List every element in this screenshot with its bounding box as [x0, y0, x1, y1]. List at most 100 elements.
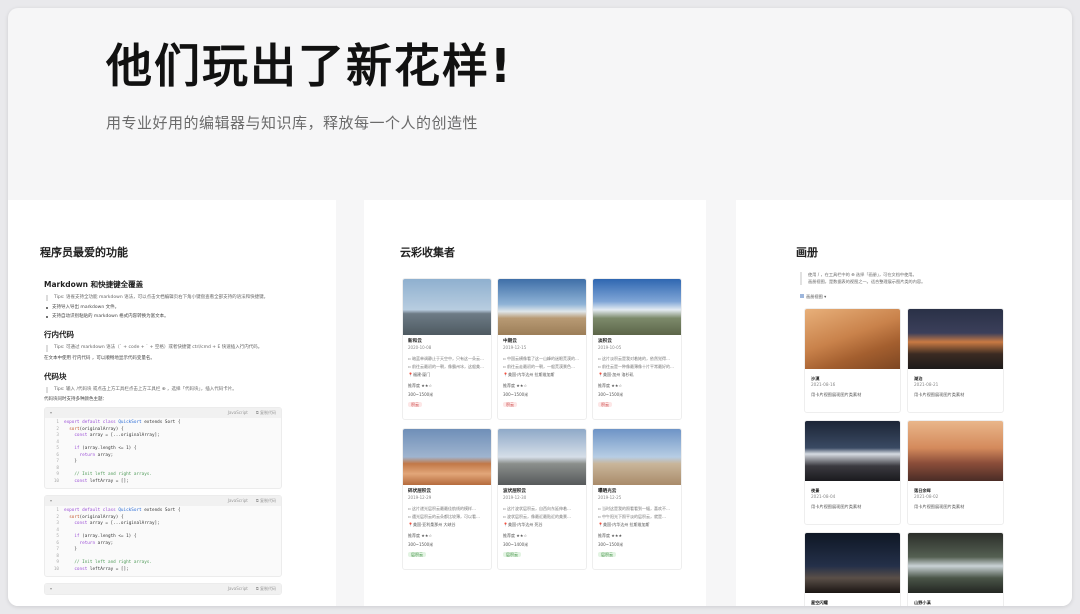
inline-code-section: 行内代码 Tips: 可通过 markdown 语法（` + code + ` … [42, 330, 288, 361]
list-item: 支持导入导出 markdown 文件。 [46, 305, 288, 311]
card-desc: ▫ 这片递光层积云最最佳航线的模样… [408, 505, 476, 511]
gallery-photo [805, 309, 900, 369]
card-desc: 用卡片视图展现图片类素材 [811, 503, 862, 509]
code-lines[interactable]: 1 export default class QuickSort extends … [45, 506, 281, 576]
card-tag: 层积云 [503, 551, 521, 557]
card-location: 📍福建·厦门 [408, 372, 431, 378]
gallery-card[interactable]: 落日余晖 2021-08-02 用卡片视图展现图片类素材 [907, 420, 1004, 525]
code-language[interactable]: JavaScript [228, 410, 248, 415]
card-title: 山野小溪 [914, 600, 931, 605]
hero-title: 他们玩出了新花样! [106, 39, 513, 93]
gallery-card[interactable]: 山野小溪 2021-08-09 [907, 532, 1004, 606]
app-frame: 他们玩出了新花样! 用专业好用的编辑器与知识库，释放每一个人的创造性 程序员最爱… [8, 8, 1072, 606]
card-tag: 积云 [598, 401, 612, 407]
card-date: 2019-12-15 [503, 345, 527, 351]
panel-title: 程序员最爱的功能 [40, 246, 128, 259]
card-tag: 积云 [503, 401, 517, 407]
card-rating: 推荐度 ★★★ [598, 532, 623, 538]
gallery-card[interactable]: 夜景 2021-08-04 用卡片视图展现图片类素材 [804, 420, 901, 525]
card-desc: ▫ 中午阳光下照平淡的层积云，就是… [598, 513, 666, 519]
code-language[interactable]: JavaScript [228, 586, 248, 591]
card-rating: 推荐度 ★★☆ [503, 382, 528, 388]
cloud-card[interactable]: 曝晒光云 2019-12-25 ▫ 当时这是我的照看看到一幅，喜欢不… ▫ 中午… [592, 428, 682, 570]
gallery-photo [805, 421, 900, 481]
code-block[interactable]: ▾ JavaScript ⧉ 复制代码 1 export default clas… [44, 406, 282, 489]
code-line: 10 const leftArray = []; [53, 478, 129, 484]
doc-content: Markdown 和快捷键全覆盖 Tips: 语雀支持全功能 markdown … [42, 280, 288, 605]
copy-code-button[interactable]: ⧉ 复制代码 [256, 498, 276, 503]
tip-quote: Tips: 可通过 markdown 语法（` + code + ` + 空格）… [46, 345, 288, 352]
gallery-photo [908, 421, 1003, 481]
collapse-icon[interactable]: ▾ [50, 586, 52, 591]
tip-quote: 使用 / ，在工具栏中的 ⊕ 选择「画册」，可在文档中使用。 画册视图，是数据表… [800, 272, 1030, 286]
card-altitude: 300~1500米 [598, 542, 624, 548]
paragraph: 代码块同时支持多种颜色主题： [44, 396, 107, 402]
card-date: 2019-12-25 [598, 495, 622, 501]
copy-code-button[interactable]: ⧉ 复制代码 [256, 586, 276, 591]
card-desc: ▫ 中国云横像看了这一山峰的迷眼荒漠的… [503, 355, 579, 361]
card-rating: 推荐度 ★★☆ [408, 382, 433, 388]
card-title: 星空闪耀 [811, 600, 828, 605]
code-language[interactable]: JavaScript [228, 498, 248, 503]
cloud-photo [403, 279, 491, 335]
code-block[interactable]: ▾ JavaScript ⧉ 复制代码 [44, 582, 282, 595]
paragraph: 在文本中使用 行内代码 ，可以顺畅地显示代码变量名。 [44, 355, 155, 361]
card-desc: 用卡片视图展现图片类素材 [811, 391, 862, 397]
card-desc: ▫ 前往云是一种像最薄像十片平常最好的… [598, 363, 674, 369]
cloud-card-grid: 新和云 2020-10-08 ▫ 暗蓝单调静止于天空中，只有这一朵云… ▫ 前往… [402, 278, 682, 570]
card-desc: ▫ 暗蓝单调静止于天空中，只有这一朵云… [408, 355, 484, 361]
cloud-card[interactable]: 碎状层积云 2019-12-29 ▫ 这片递光层积云最最佳航线的模样… ▫ 遇光… [402, 428, 492, 570]
cloud-card[interactable]: 波状层积云 2019-12-30 ▫ 这片波状层积云，自西向东延伸着… ▫ 波状… [497, 428, 587, 570]
cloud-photo [593, 429, 681, 485]
cloud-card[interactable]: 新和云 2020-10-08 ▫ 暗蓝单调静止于天空中，只有这一朵云… ▫ 前往… [402, 278, 492, 420]
code-line: 10 const leftArray = []; [53, 566, 129, 572]
section-heading: Markdown 和快捷键全覆盖 [44, 280, 144, 289]
card-date: 2021-08-21 [914, 382, 939, 388]
panel-title: 画册 [796, 246, 818, 259]
dev-features-panel: 程序员最爱的功能 Markdown 和快捷键全覆盖 Tips: 语雀支持全功能 … [8, 200, 336, 606]
card-altitude: 300~1500米 [598, 392, 624, 398]
cloud-photo [593, 279, 681, 335]
section-heading: 代码块 [44, 371, 67, 381]
collapse-icon[interactable]: ▾ [50, 410, 52, 415]
gallery-card[interactable]: 沙漠 2021-08-16 用卡片视图展现图片类素材 [804, 308, 901, 413]
code-block-section: 代码块 Tips: 输入 /代码块 或点击上方工具栏点击上方工具栏 ⊕ ，选择「… [42, 372, 288, 595]
panel-title: 云彩收集者 [400, 246, 455, 259]
cloud-card[interactable]: 淡积云 2019-10-05 ▫ 这片淡积云是我对着她的，依然觉得… ▫ 前往云… [592, 278, 682, 420]
code-block[interactable]: ▾ JavaScript ⧉ 复制代码 1 export default clas… [44, 494, 282, 577]
card-desc: ▫ 前往云走最初的一朝，一般荒漠景色… [503, 363, 575, 369]
card-location: 📍美国·加州 洛杉矶 [598, 372, 634, 378]
gallery-photo [908, 309, 1003, 369]
cloud-photo [498, 429, 586, 485]
card-desc: ▫ 这片波状层积云，自西向东延伸着… [503, 505, 571, 511]
card-date: 2021-08-16 [811, 382, 836, 388]
copy-code-button[interactable]: ⧉ 复制代码 [256, 410, 276, 415]
card-tag: 层积云 [598, 551, 616, 557]
card-date: 2019-10-05 [598, 345, 622, 351]
note-line: 使用 / ，在工具栏中的 ⊕ 选择「画册」，可在文档中使用。 [808, 272, 917, 277]
collapse-icon[interactable]: ▾ [50, 498, 52, 503]
card-altitude: 300~1500米 [408, 392, 434, 398]
card-desc: ▫ 遇光层积云的云朵都比较薄，可以看… [408, 513, 480, 519]
card-desc: ▫ 当时这是我的照看看到一幅，喜欢不… [598, 505, 670, 511]
card-date: 2020-10-08 [408, 345, 432, 351]
card-rating: 推荐度 ★★☆ [408, 532, 433, 538]
list-item: 支持自动识别粘贴的 markdown 格式内容转换为富文本。 [46, 314, 288, 320]
cloud-card[interactable]: 中期云 2019-12-15 ▫ 中国云横像看了这一山峰的迷眼荒漠的… ▫ 前往… [497, 278, 587, 420]
gallery-card[interactable]: 湖泊 2021-08-21 用卡片视图展现图片类素材 [907, 308, 1004, 413]
gallery-card[interactable]: 星空闪耀 2021-08-04 [804, 532, 901, 606]
view-selector[interactable]: 画册视图 ▾ [800, 294, 826, 300]
code-block-header: ▾ JavaScript ⧉ 复制代码 [45, 583, 281, 594]
card-location: 📍美国·内华达州 拉斯维加斯 [503, 372, 555, 378]
gallery-photo [805, 533, 900, 593]
code-lines[interactable]: 1 export default class QuickSort extends … [45, 418, 281, 488]
card-desc: ▫ 这片淡积云是我对着她的，依然觉得… [598, 355, 670, 361]
card-date: 2021-08-04 [811, 494, 836, 500]
note-line: 画册视图，是数据表的视图之一。适合整理展示图片类的内容。 [808, 278, 926, 284]
card-altitude: 300~1500米 [503, 392, 529, 398]
card-desc: 用卡片视图展现图片类素材 [914, 391, 965, 397]
card-rating: 推荐度 ★★☆ [503, 532, 528, 538]
tip-quote: Tips: 语雀支持全功能 markdown 语法，可以点击文档编辑页右下角小键… [46, 295, 288, 302]
card-date: 2019-12-30 [503, 495, 527, 501]
card-tag: 层积云 [408, 551, 426, 557]
